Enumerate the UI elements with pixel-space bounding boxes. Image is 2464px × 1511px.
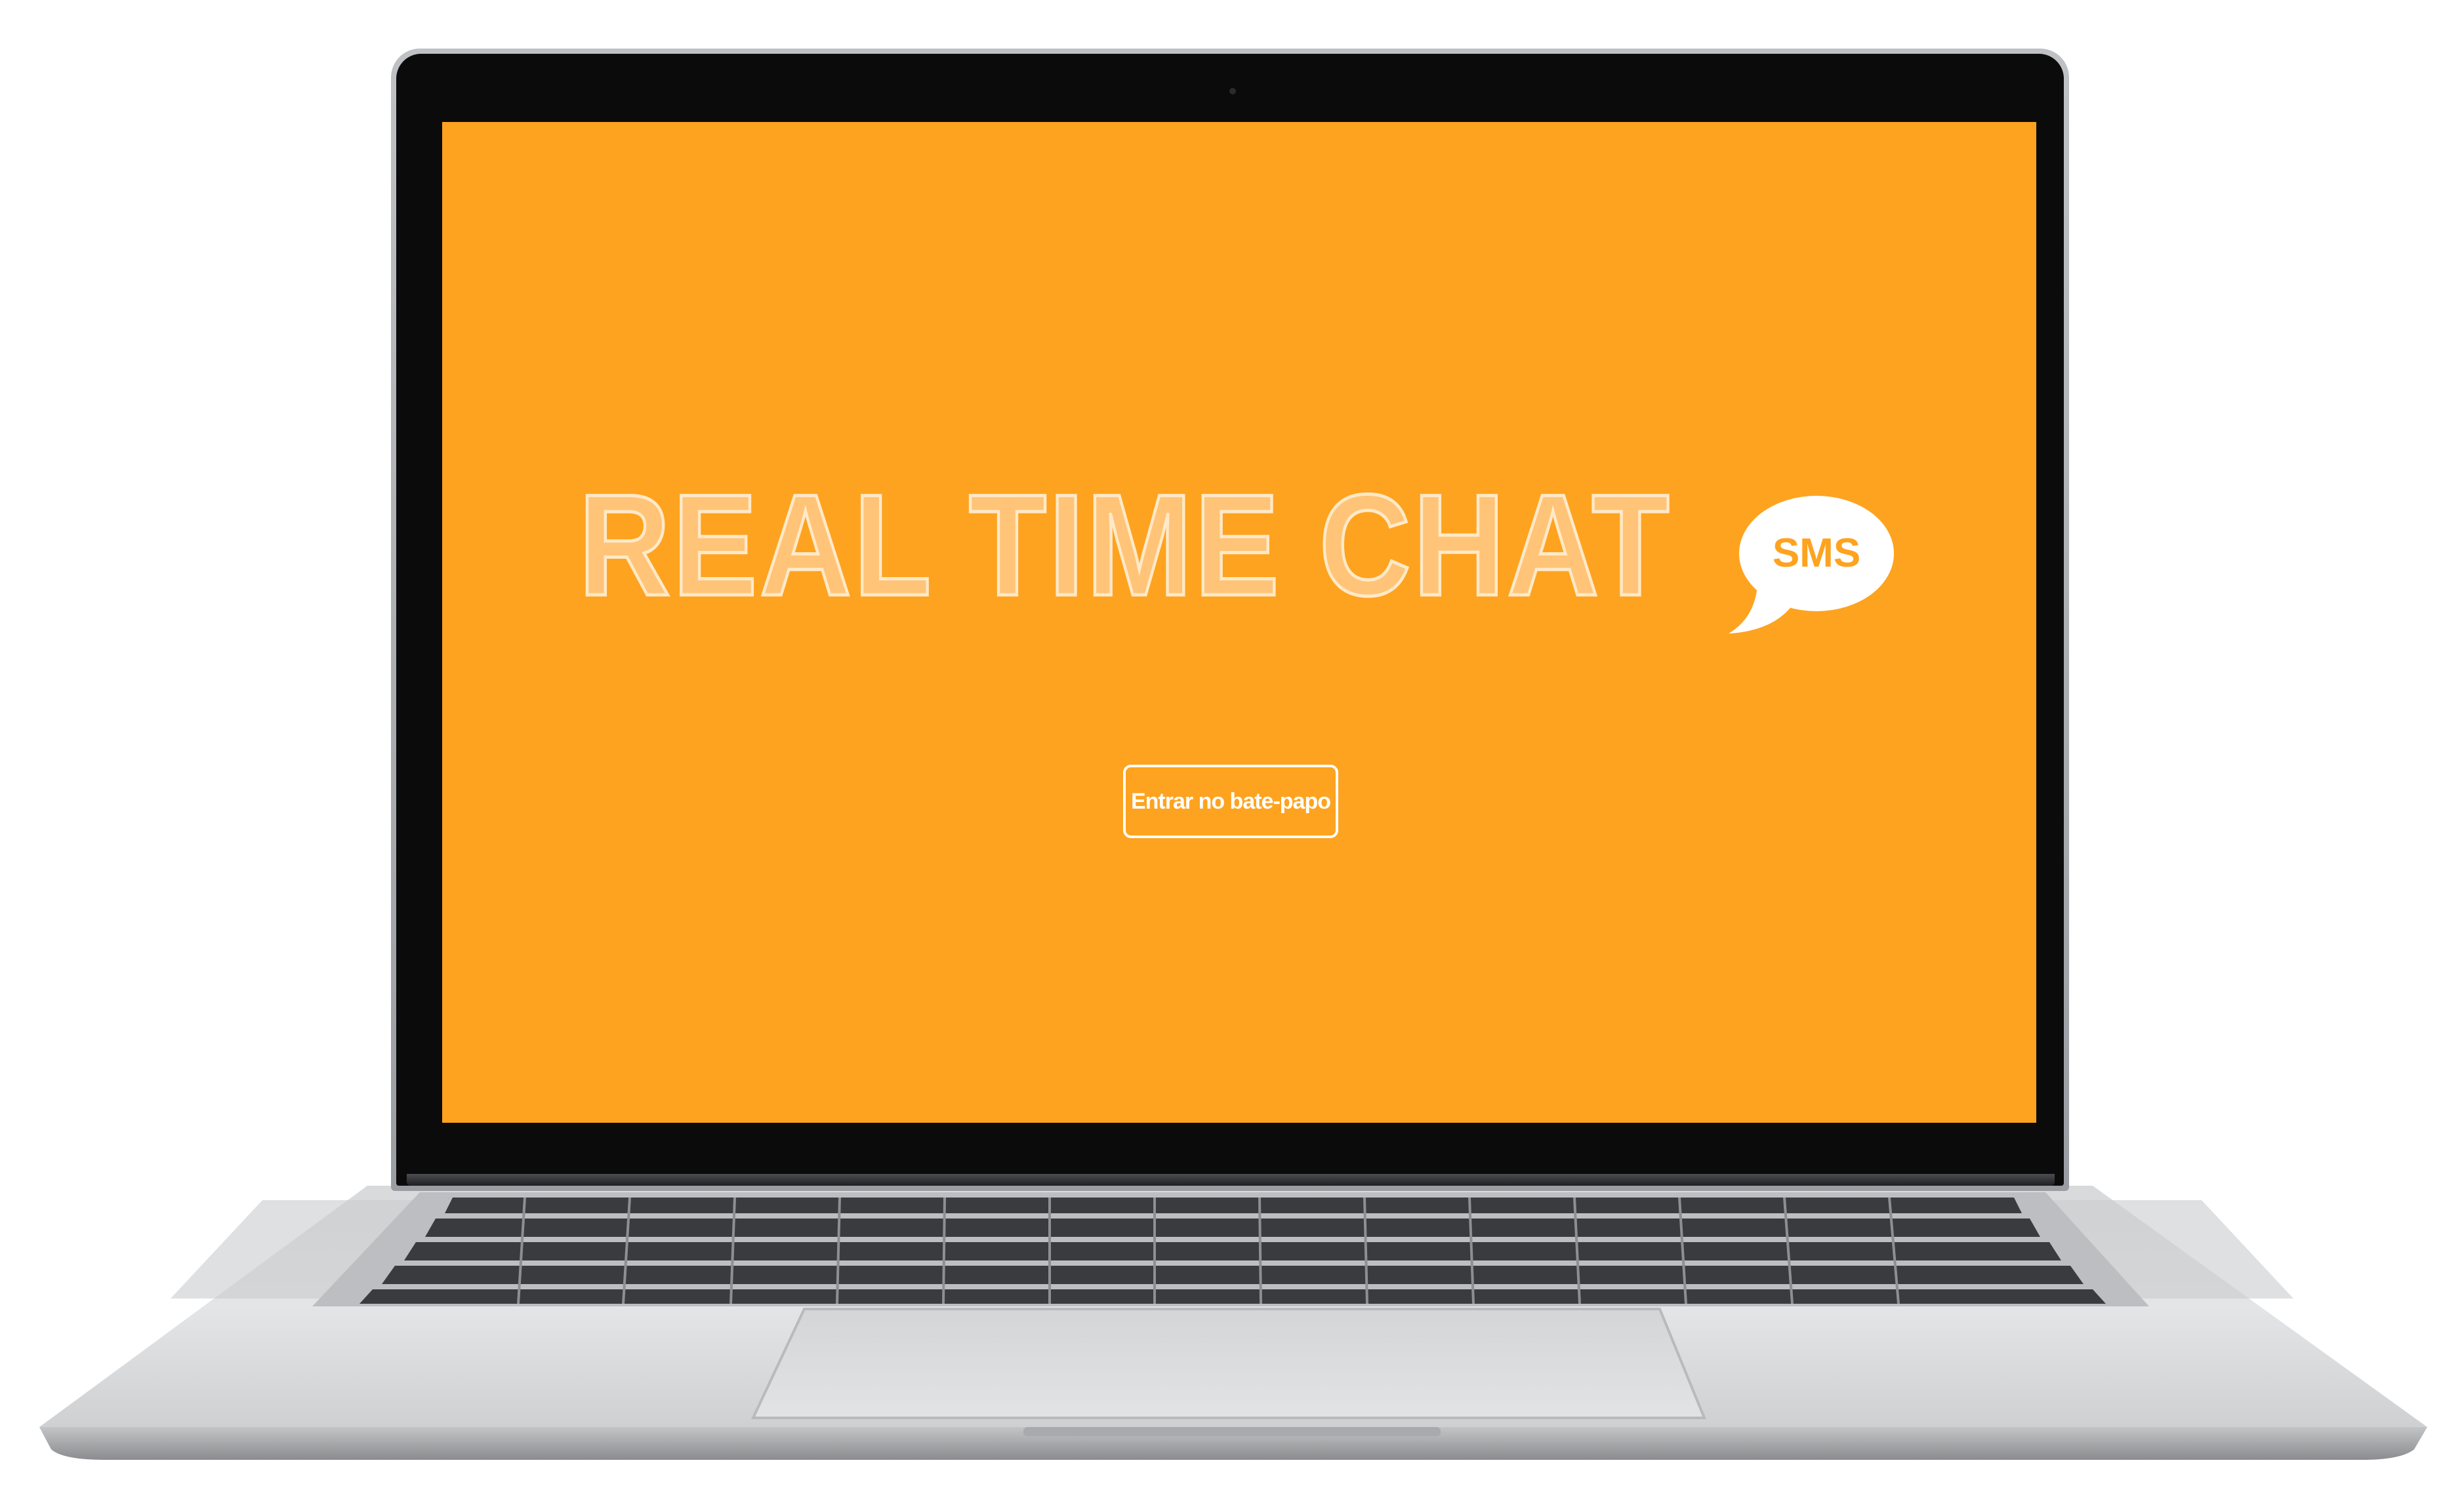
app-screen: REAL TIME CHAT SMS Entrar no bate-papo: [442, 122, 2036, 1123]
enter-chat-button[interactable]: Entrar no bate-papo: [1123, 765, 1338, 838]
speech-bubble-icon: SMS: [1729, 496, 1894, 634]
webcam-icon: [1229, 88, 1236, 94]
page-title: REAL TIME CHAT: [577, 463, 1672, 628]
laptop-lid: REAL TIME CHAT SMS Entrar no bate-papo: [391, 49, 2069, 1191]
laptop-mockup: REAL TIME CHAT SMS Entrar no bate-papo: [0, 0, 2464, 1511]
screen-bezel: REAL TIME CHAT SMS Entrar no bate-papo: [396, 54, 2064, 1186]
bubble-label: SMS: [1773, 531, 1860, 576]
laptop-hinge: [407, 1174, 2055, 1186]
landing-hero: REAL TIME CHAT SMS Entrar no bate-papo: [442, 122, 2036, 1123]
